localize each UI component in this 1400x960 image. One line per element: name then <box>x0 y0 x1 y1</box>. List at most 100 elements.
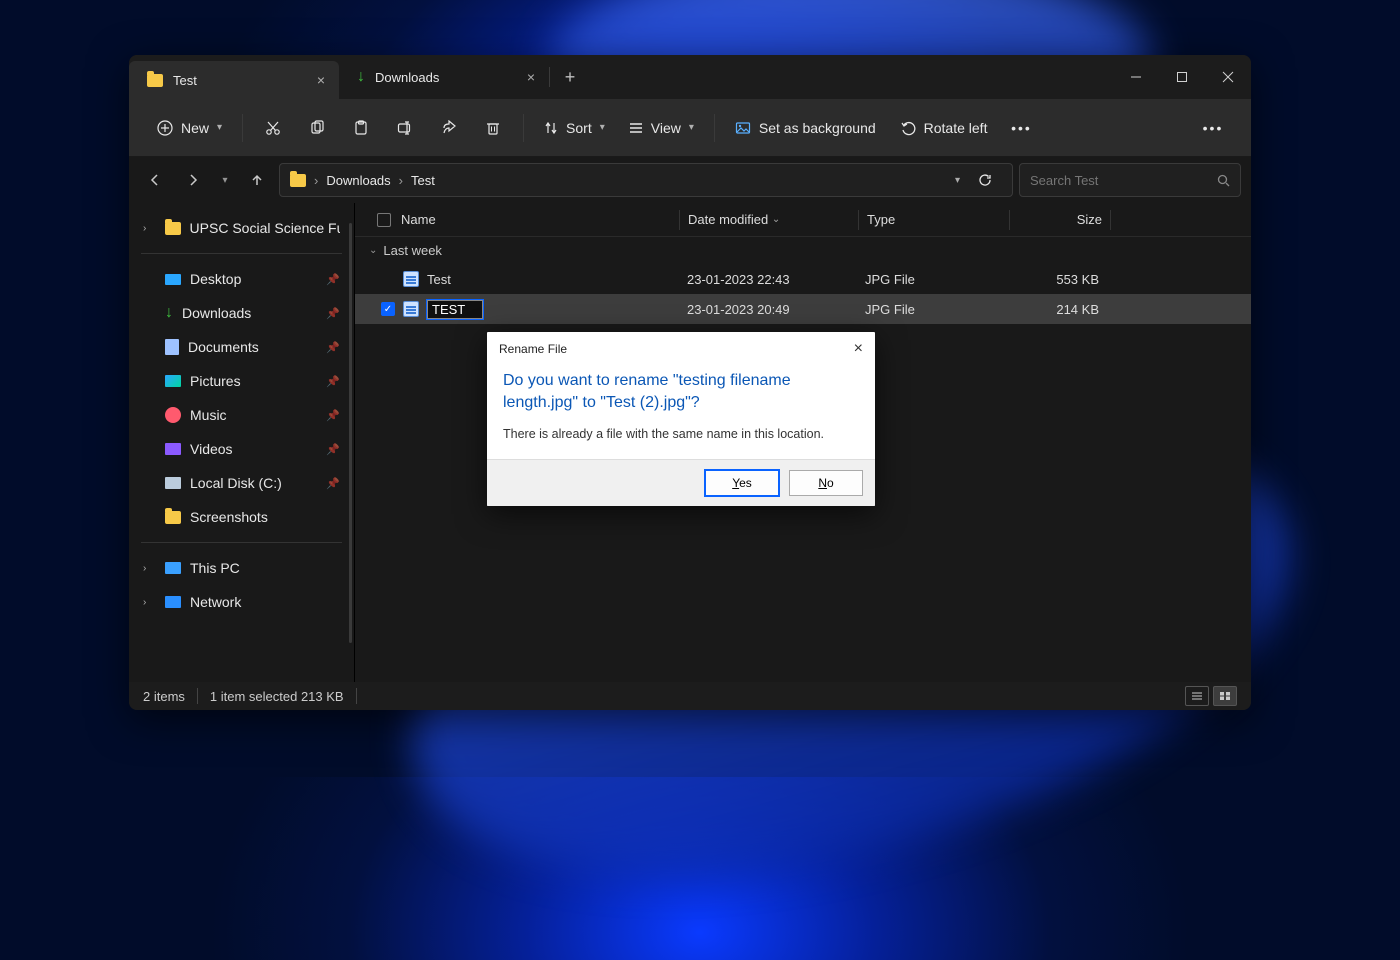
close-icon[interactable]: × <box>317 72 325 88</box>
yes-button[interactable]: Yes <box>705 470 779 496</box>
search-input[interactable] <box>1030 173 1209 188</box>
sidebar-item-label: Documents <box>188 339 259 355</box>
sidebar-item-screenshots[interactable]: Screenshots <box>135 500 348 534</box>
dialog-close-button[interactable]: × <box>854 340 863 358</box>
column-type[interactable]: Type <box>859 212 1009 227</box>
file-row[interactable]: ✓ 23-01-2023 20:49 JPG File 214 KB <box>355 294 1251 324</box>
up-button[interactable] <box>241 164 273 196</box>
forward-button[interactable] <box>177 164 209 196</box>
folder-icon <box>147 74 163 87</box>
column-date[interactable]: Date modified ⌄ <box>680 212 858 227</box>
pin-icon: 📌 <box>326 375 340 388</box>
chevron-right-icon: › <box>143 597 146 608</box>
sidebar-item-pictures[interactable]: Pictures📌 <box>135 364 348 398</box>
breadcrumb[interactable]: › Downloads › Test ▾ <box>279 163 1013 197</box>
file-icon <box>403 301 419 317</box>
chevron-right-icon: › <box>143 223 146 234</box>
separator <box>356 688 357 704</box>
row-checkbox[interactable]: ✓ <box>381 302 395 316</box>
picture-icon <box>735 120 751 136</box>
tab-test[interactable]: Test × <box>129 61 339 99</box>
videos-icon <box>165 443 181 455</box>
close-button[interactable] <box>1205 58 1251 96</box>
dialog-buttons: Yes No <box>487 459 875 506</box>
select-all-checkbox[interactable] <box>377 213 391 227</box>
share-button[interactable] <box>429 110 469 146</box>
sidebar-item-network[interactable]: ›Network <box>135 585 348 619</box>
separator <box>141 253 342 254</box>
breadcrumb-sep: › <box>314 173 318 188</box>
separator <box>242 114 243 142</box>
sidebar-item-label: Videos <box>190 441 233 457</box>
breadcrumb-leaf[interactable]: Test <box>411 173 435 188</box>
more-button[interactable]: ••• <box>1001 110 1041 146</box>
close-icon[interactable]: × <box>527 69 535 85</box>
scrollbar-thumb[interactable] <box>349 223 352 643</box>
view-button[interactable]: View ▾ <box>619 110 704 146</box>
rename-input[interactable] <box>427 300 483 319</box>
copy-button[interactable] <box>297 110 337 146</box>
group-header[interactable]: ⌄Last week <box>355 237 1251 264</box>
sidebar-item-desktop[interactable]: Desktop 📌 <box>135 262 348 296</box>
rename-button[interactable] <box>385 110 425 146</box>
breadcrumb-root[interactable]: Downloads <box>326 173 390 188</box>
minimize-button[interactable] <box>1113 58 1159 96</box>
file-type: JPG File <box>857 302 1007 317</box>
dialog-question: Do you want to rename "testing filename … <box>503 370 859 413</box>
sidebar-item-this-pc[interactable]: ›This PC <box>135 551 348 585</box>
refresh-button[interactable] <box>968 173 1002 187</box>
set-background-button[interactable]: Set as background <box>725 110 886 146</box>
ellipsis-icon: ••• <box>1203 120 1224 136</box>
folder-icon <box>165 511 181 524</box>
file-row[interactable]: Test 23-01-2023 22:43 JPG File 553 KB <box>355 264 1251 294</box>
sidebar-item-local-disk[interactable]: Local Disk (C:)📌 <box>135 466 348 500</box>
maximize-button[interactable] <box>1159 58 1205 96</box>
sidebar-item-documents[interactable]: Documents 📌 <box>135 330 348 364</box>
rotate-left-icon <box>900 120 916 136</box>
folder-icon <box>165 222 181 235</box>
overflow-button[interactable]: ••• <box>1193 110 1233 146</box>
sidebar-item-label: UPSC Social Science Fu <box>190 220 340 236</box>
folder-icon <box>290 174 306 187</box>
separator <box>141 542 342 543</box>
view-toggle <box>1185 686 1237 706</box>
separator <box>197 688 198 704</box>
sidebar-item-label: Desktop <box>190 271 241 287</box>
column-name[interactable]: Name <box>369 212 679 227</box>
chevron-down-icon[interactable]: ▾ <box>955 175 960 186</box>
cut-button[interactable] <box>253 110 293 146</box>
rename-dialog: Rename File × Do you want to rename "tes… <box>487 332 875 506</box>
document-icon <box>165 339 179 355</box>
rotate-left-button[interactable]: Rotate left <box>890 110 998 146</box>
new-button[interactable]: New ▾ <box>147 110 232 146</box>
recent-button[interactable]: ▾ <box>215 164 235 196</box>
pin-icon: 📌 <box>326 273 340 286</box>
delete-button[interactable] <box>473 110 513 146</box>
sidebar-item-upsc[interactable]: › UPSC Social Science Fu <box>135 211 348 245</box>
search-box[interactable] <box>1019 163 1241 197</box>
set-bg-label: Set as background <box>759 120 876 136</box>
sort-indicator-icon: ⌄ <box>772 214 780 225</box>
dialog-title: Rename File <box>499 342 567 356</box>
chevron-down-icon: ▾ <box>217 122 222 133</box>
sidebar-item-music[interactable]: Music📌 <box>135 398 348 432</box>
pin-icon: 📌 <box>326 341 340 354</box>
back-button[interactable] <box>139 164 171 196</box>
column-size[interactable]: Size <box>1010 212 1110 227</box>
details-view-button[interactable] <box>1185 686 1209 706</box>
sort-button[interactable]: Sort ▾ <box>534 110 615 146</box>
pin-icon: 📌 <box>326 307 340 320</box>
titlebar: Test × ↓ Downloads × + <box>129 55 1251 99</box>
tab-label: Test <box>173 73 197 88</box>
sidebar: › UPSC Social Science Fu Desktop 📌 ↓Downl… <box>129 203 355 682</box>
tab-downloads[interactable]: ↓ Downloads × <box>339 55 549 99</box>
status-bar: 2 items 1 item selected 213 KB <box>129 682 1251 710</box>
thumbnails-view-button[interactable] <box>1213 686 1237 706</box>
no-button[interactable]: No <box>789 470 863 496</box>
add-tab-button[interactable]: + <box>550 55 590 99</box>
paste-button[interactable] <box>341 110 381 146</box>
sidebar-item-downloads[interactable]: ↓Downloads📌 <box>135 296 348 330</box>
separator <box>523 114 524 142</box>
sidebar-item-label: This PC <box>190 560 240 576</box>
sidebar-item-videos[interactable]: Videos📌 <box>135 432 348 466</box>
